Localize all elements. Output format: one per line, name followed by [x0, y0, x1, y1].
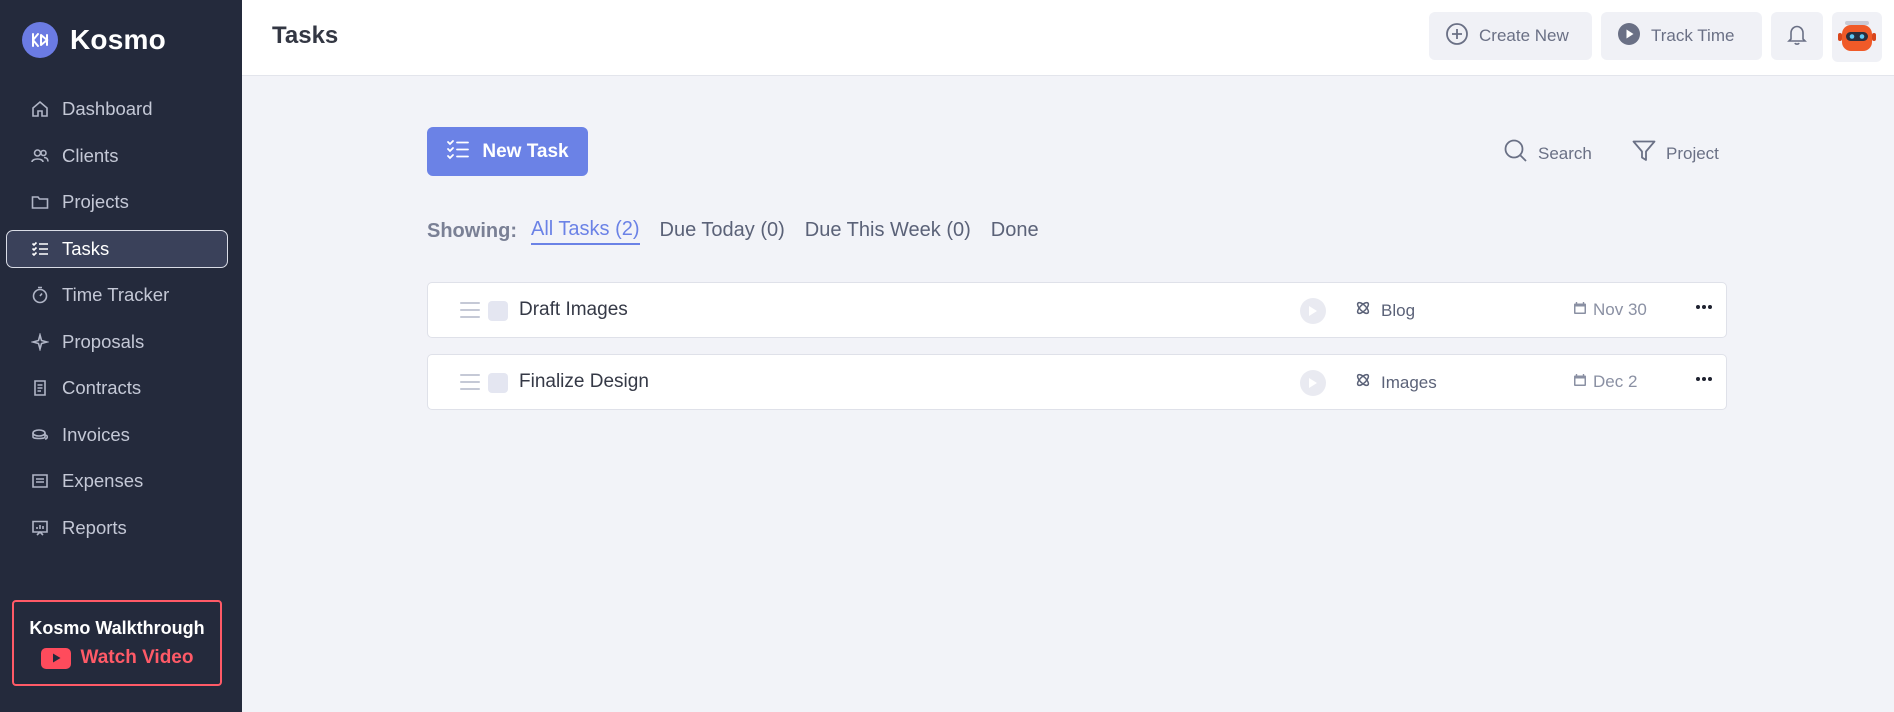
stopwatch-icon: [31, 286, 49, 304]
topbar: Tasks Create New Track Time: [242, 0, 1894, 76]
project-label: Project: [1666, 143, 1719, 163]
play-circle-icon: [1617, 22, 1641, 51]
sidebar-item-contracts[interactable]: Contracts: [6, 369, 228, 407]
sidebar-item-label: Dashboard: [62, 98, 153, 119]
sidebar-item-label: Proposals: [62, 330, 145, 352]
track-time-label: Track Time: [1651, 26, 1735, 45]
tab-due-this-week[interactable]: Due This Week (0): [805, 219, 971, 244]
calendar-icon: [1573, 372, 1587, 392]
task-project-label: Images: [1381, 372, 1437, 392]
robot-avatar-icon: [1838, 21, 1876, 51]
sidebar-item-tasks[interactable]: Tasks: [6, 229, 228, 268]
project-atom-icon: [1355, 372, 1371, 393]
presentation-chart-icon: [31, 519, 49, 537]
start-timer-icon[interactable]: [1300, 370, 1326, 396]
create-new-label: Create New: [1479, 26, 1569, 45]
sparkle-icon: [31, 332, 49, 351]
checklist-icon: [446, 138, 470, 166]
search-button[interactable]: Search: [1503, 138, 1592, 169]
sidebar-item-label: Clients: [62, 144, 119, 166]
sidebar-item-label: Tasks: [62, 237, 110, 259]
tab-all-tasks[interactable]: All Tasks (2): [530, 218, 640, 245]
search-label: Search: [1538, 143, 1592, 163]
task-due-label: Nov 30: [1593, 300, 1647, 319]
watch-video-link[interactable]: Watch Video: [14, 647, 220, 669]
new-task-label: New Task: [482, 140, 569, 162]
home-icon: [31, 100, 49, 118]
sidebar-item-label: Time Tracker: [62, 284, 170, 305]
search-icon: [1503, 138, 1529, 169]
showing-label: Showing:: [427, 220, 517, 242]
more-options-icon[interactable]: [1696, 305, 1712, 309]
sidebar-item-proposals[interactable]: Proposals: [6, 323, 228, 361]
sidebar-nav: Dashboard Clients Projects Tasks Time Tr…: [6, 90, 228, 555]
more-options-icon[interactable]: [1696, 377, 1712, 381]
users-icon: [31, 147, 49, 165]
drag-handle-icon[interactable]: [460, 302, 480, 318]
brand-name: Kosmo: [70, 24, 166, 55]
project-filter-button[interactable]: Project: [1631, 138, 1719, 169]
sidebar-item-clients[interactable]: Clients: [6, 137, 228, 175]
task-project[interactable]: Images: [1355, 372, 1437, 393]
task-due-date: Nov 30: [1573, 300, 1647, 320]
sidebar-item-label: Projects: [62, 191, 129, 212]
receipt-icon: [31, 472, 49, 490]
task-title[interactable]: Draft Images: [519, 299, 628, 321]
sidebar-item-expenses[interactable]: Expenses: [6, 462, 228, 500]
coins-icon: [31, 426, 49, 444]
sidebar-item-projects[interactable]: Projects: [6, 183, 228, 221]
sidebar-item-label: Contracts: [62, 377, 142, 398]
notifications-button[interactable]: [1771, 12, 1823, 60]
new-task-button[interactable]: New Task: [427, 127, 588, 176]
task-due-date: Dec 2: [1573, 372, 1637, 392]
tab-done[interactable]: Done: [991, 219, 1039, 244]
sidebar-item-reports[interactable]: Reports: [6, 509, 228, 547]
checklist-icon: [31, 240, 49, 258]
tab-due-today[interactable]: Due Today (0): [660, 219, 785, 244]
avatar[interactable]: [1832, 12, 1882, 62]
sidebar-item-invoices[interactable]: Invoices: [6, 416, 228, 454]
sidebar: Kosmo Dashboard Clients Projects Tasks T…: [0, 0, 242, 712]
sidebar-item-dashboard[interactable]: Dashboard: [6, 90, 228, 128]
create-new-button[interactable]: Create New: [1429, 12, 1592, 60]
track-time-button[interactable]: Track Time: [1601, 12, 1762, 60]
project-atom-icon: [1355, 300, 1371, 321]
watch-video-label: Watch Video: [80, 647, 194, 668]
sidebar-item-label: Reports: [62, 516, 127, 538]
task-project[interactable]: Blog: [1355, 300, 1415, 321]
task-title[interactable]: Finalize Design: [519, 371, 649, 393]
drag-handle-icon[interactable]: [460, 374, 480, 390]
calendar-icon: [1573, 300, 1587, 320]
youtube-play-icon: [40, 647, 71, 669]
funnel-icon: [1631, 138, 1657, 169]
task-row[interactable]: Finalize Design Images Dec 2: [427, 354, 1727, 410]
kosmo-logo-icon: [22, 22, 58, 58]
bell-icon: [1785, 22, 1809, 51]
start-timer-icon[interactable]: [1300, 298, 1326, 324]
folder-icon: [31, 193, 49, 211]
task-project-label: Blog: [1381, 300, 1416, 320]
task-checkbox[interactable]: [488, 301, 508, 321]
task-due-label: Dec 2: [1593, 372, 1638, 391]
sidebar-item-label: Expenses: [62, 470, 144, 491]
sidebar-item-time-tracker[interactable]: Time Tracker: [6, 276, 228, 314]
task-checkbox[interactable]: [488, 373, 508, 393]
task-row[interactable]: Draft Images Blog Nov 30: [427, 282, 1727, 338]
contract-icon: [31, 379, 49, 397]
walkthrough-card[interactable]: Kosmo Walkthrough Watch Video: [12, 600, 222, 686]
brand[interactable]: Kosmo: [22, 22, 166, 58]
walkthrough-title: Kosmo Walkthrough: [29, 618, 205, 638]
sidebar-item-label: Invoices: [62, 423, 130, 445]
task-filters: Showing: All Tasks (2) Due Today (0) Due…: [427, 218, 1059, 245]
plus-circle-icon: [1445, 22, 1469, 51]
page-title: Tasks: [272, 22, 339, 49]
